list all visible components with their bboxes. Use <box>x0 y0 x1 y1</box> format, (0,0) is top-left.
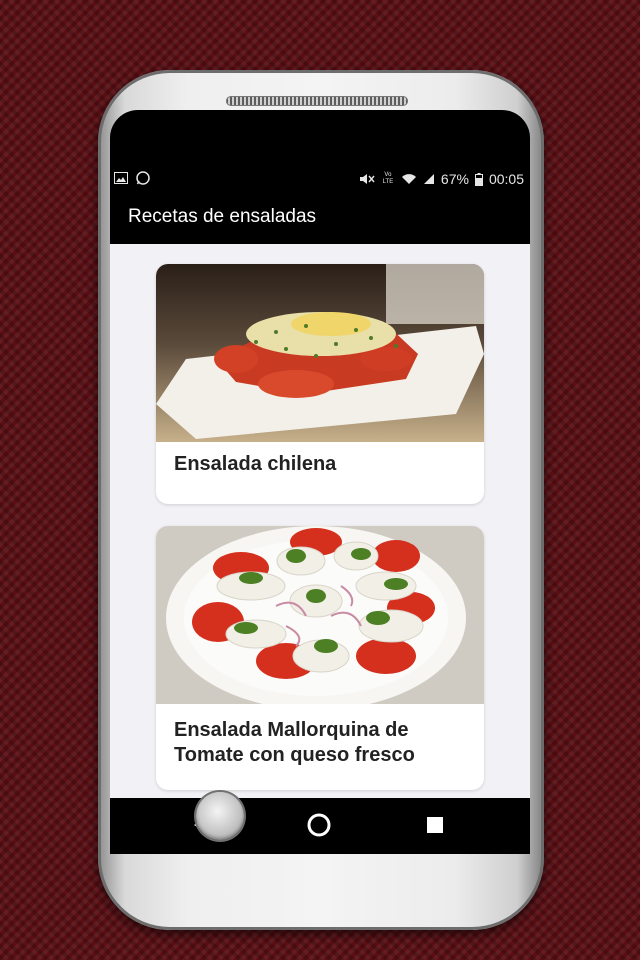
navigation-bar <box>110 798 530 854</box>
battery-icon <box>474 172 483 186</box>
recipe-list[interactable]: Ensalada chilena Ensalada Mallorquina de… <box>110 244 530 798</box>
status-bar: Vo LTE 67% 00:05 <box>110 168 530 192</box>
tomato-mozzarella-salad-photo <box>156 526 484 704</box>
mute-vibrate-icon <box>359 172 375 186</box>
app-bar: Recetas de ensaladas <box>110 192 530 244</box>
recipe-title: Ensalada chilena <box>174 453 337 475</box>
earpiece-speaker <box>226 96 408 106</box>
recipe-title: Ensalada Mallorquina de Tomate con queso… <box>174 719 415 766</box>
clock: 00:05 <box>488 171 524 187</box>
page-title: Recetas de ensaladas <box>128 206 317 227</box>
recents-icon[interactable] <box>426 816 444 839</box>
phone-screen: Vo LTE 67% 00:05 Recetas de ensaladas En… <box>110 110 530 854</box>
hardware-home-button[interactable] <box>196 792 244 840</box>
battery-percent: 67% <box>440 171 469 187</box>
whatsapp-icon <box>136 171 150 185</box>
home-icon[interactable] <box>306 812 332 843</box>
wifi-icon <box>401 173 417 185</box>
signal-icon <box>423 173 435 185</box>
image-icon <box>114 172 128 184</box>
recipe-card[interactable]: Ensalada chilena <box>156 264 484 504</box>
recipe-card[interactable]: Ensalada Mallorquina de Tomate con queso… <box>156 526 484 790</box>
chilean-salad-photo <box>156 264 484 442</box>
volte-icon: Vo LTE <box>382 172 394 185</box>
